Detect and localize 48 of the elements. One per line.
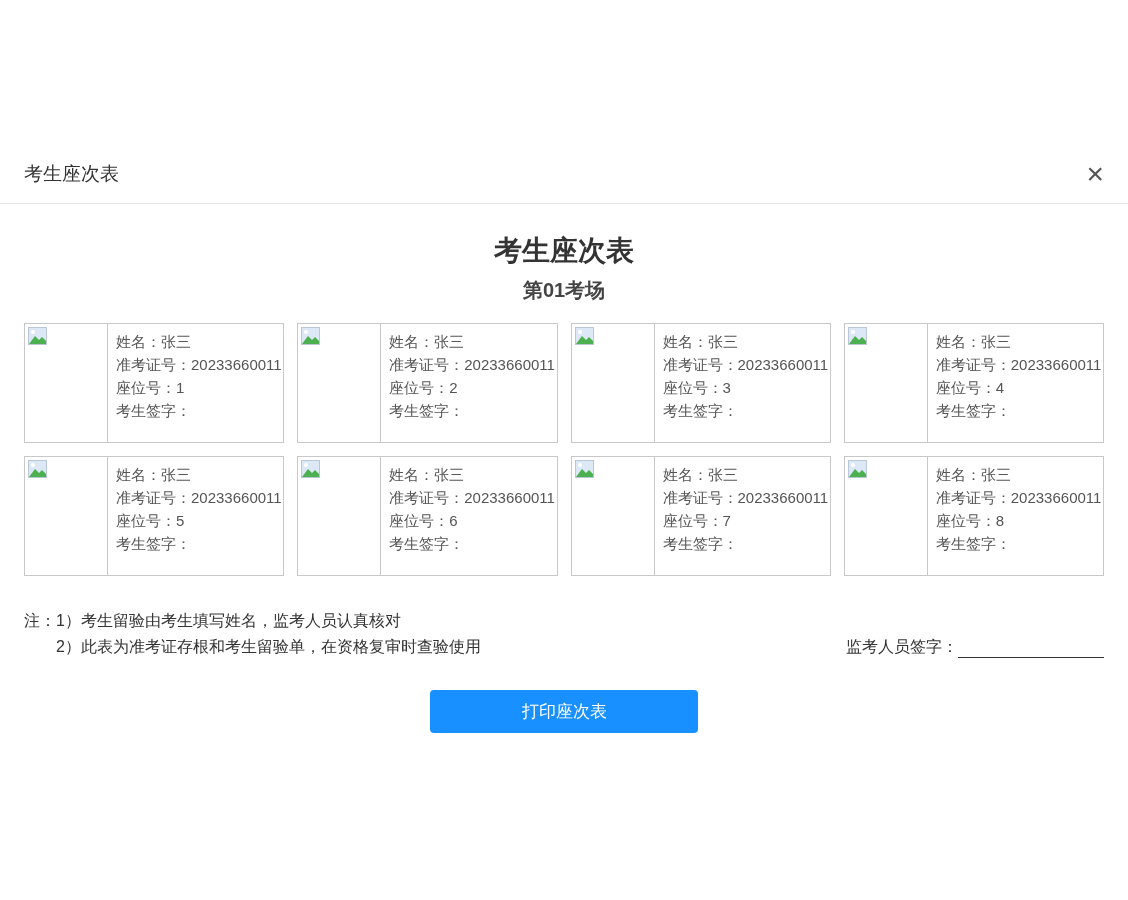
close-button[interactable]: × (1086, 159, 1104, 189)
seat-field: 考生签字： (389, 532, 555, 555)
seat-field: 座位号：4 (935, 376, 1102, 399)
seat-field: 座位号：5 (116, 509, 282, 532)
seat-field: 座位号：6 (389, 509, 555, 532)
broken-image-icon (28, 460, 47, 478)
seat-field: 准考证号：20233660011 (389, 353, 555, 376)
sheet-title: 考生座次表 (493, 234, 635, 268)
seat-field: 准考证号：20233660011 (116, 353, 282, 376)
seat-field: 考生签字： (935, 399, 1102, 422)
signature-label: 监考人员签字： (846, 637, 958, 657)
seat-field: 姓名：张三 (662, 463, 829, 486)
seat-field: 姓名：张三 (116, 330, 282, 353)
broken-image-icon (301, 327, 321, 345)
seat-field: 座位号：1 (116, 376, 282, 399)
seat-field: 考生签字： (935, 532, 1102, 555)
seat-field: 姓名：张三 (935, 330, 1102, 353)
note-text: 1）考生留验由考生填写姓名，监考人员认真核对 (56, 611, 402, 631)
seat-field: 准考证号：20233660011 (389, 486, 555, 509)
seat-field: 考生签字： (116, 399, 282, 422)
sheet-subtitle: 第01考场 (521, 278, 607, 303)
seat-field: 姓名：张三 (389, 463, 555, 486)
seat-field: 座位号：2 (389, 376, 555, 399)
broken-image-icon (574, 327, 594, 345)
seat-field: 座位号：3 (662, 376, 829, 399)
seat-field: 考生签字： (662, 399, 829, 422)
broken-image-icon (301, 460, 321, 478)
seat-field: 准考证号：20233660011 (935, 486, 1102, 509)
seat-field: 准考证号：20233660011 (662, 486, 829, 509)
broken-image-icon (28, 327, 47, 345)
broken-image-icon (847, 327, 867, 345)
seat-field: 姓名：张三 (116, 463, 282, 486)
seat-field: 考生签字： (662, 532, 829, 555)
dialog-title: 考生座次表 (24, 161, 119, 186)
seat-field: 姓名：张三 (389, 330, 555, 353)
seat-field: 座位号：8 (935, 509, 1102, 532)
seat-field: 座位号：7 (662, 509, 829, 532)
seat-field: 准考证号：20233660011 (935, 353, 1102, 376)
seat-field: 考生签字： (389, 399, 555, 422)
broken-image-icon (847, 460, 867, 478)
notes-label: 注： (24, 611, 56, 631)
note-text: 2）此表为准考证存根和考生留验单，在资格复审时查验使用 (56, 637, 481, 657)
seat-field: 准考证号：20233660011 (662, 353, 829, 376)
seat-field: 准考证号：20233660011 (116, 486, 282, 509)
seat-field: 姓名：张三 (935, 463, 1102, 486)
seat-field: 姓名：张三 (662, 330, 829, 353)
broken-image-icon (574, 460, 594, 478)
seat-field: 考生签字： (116, 532, 282, 555)
